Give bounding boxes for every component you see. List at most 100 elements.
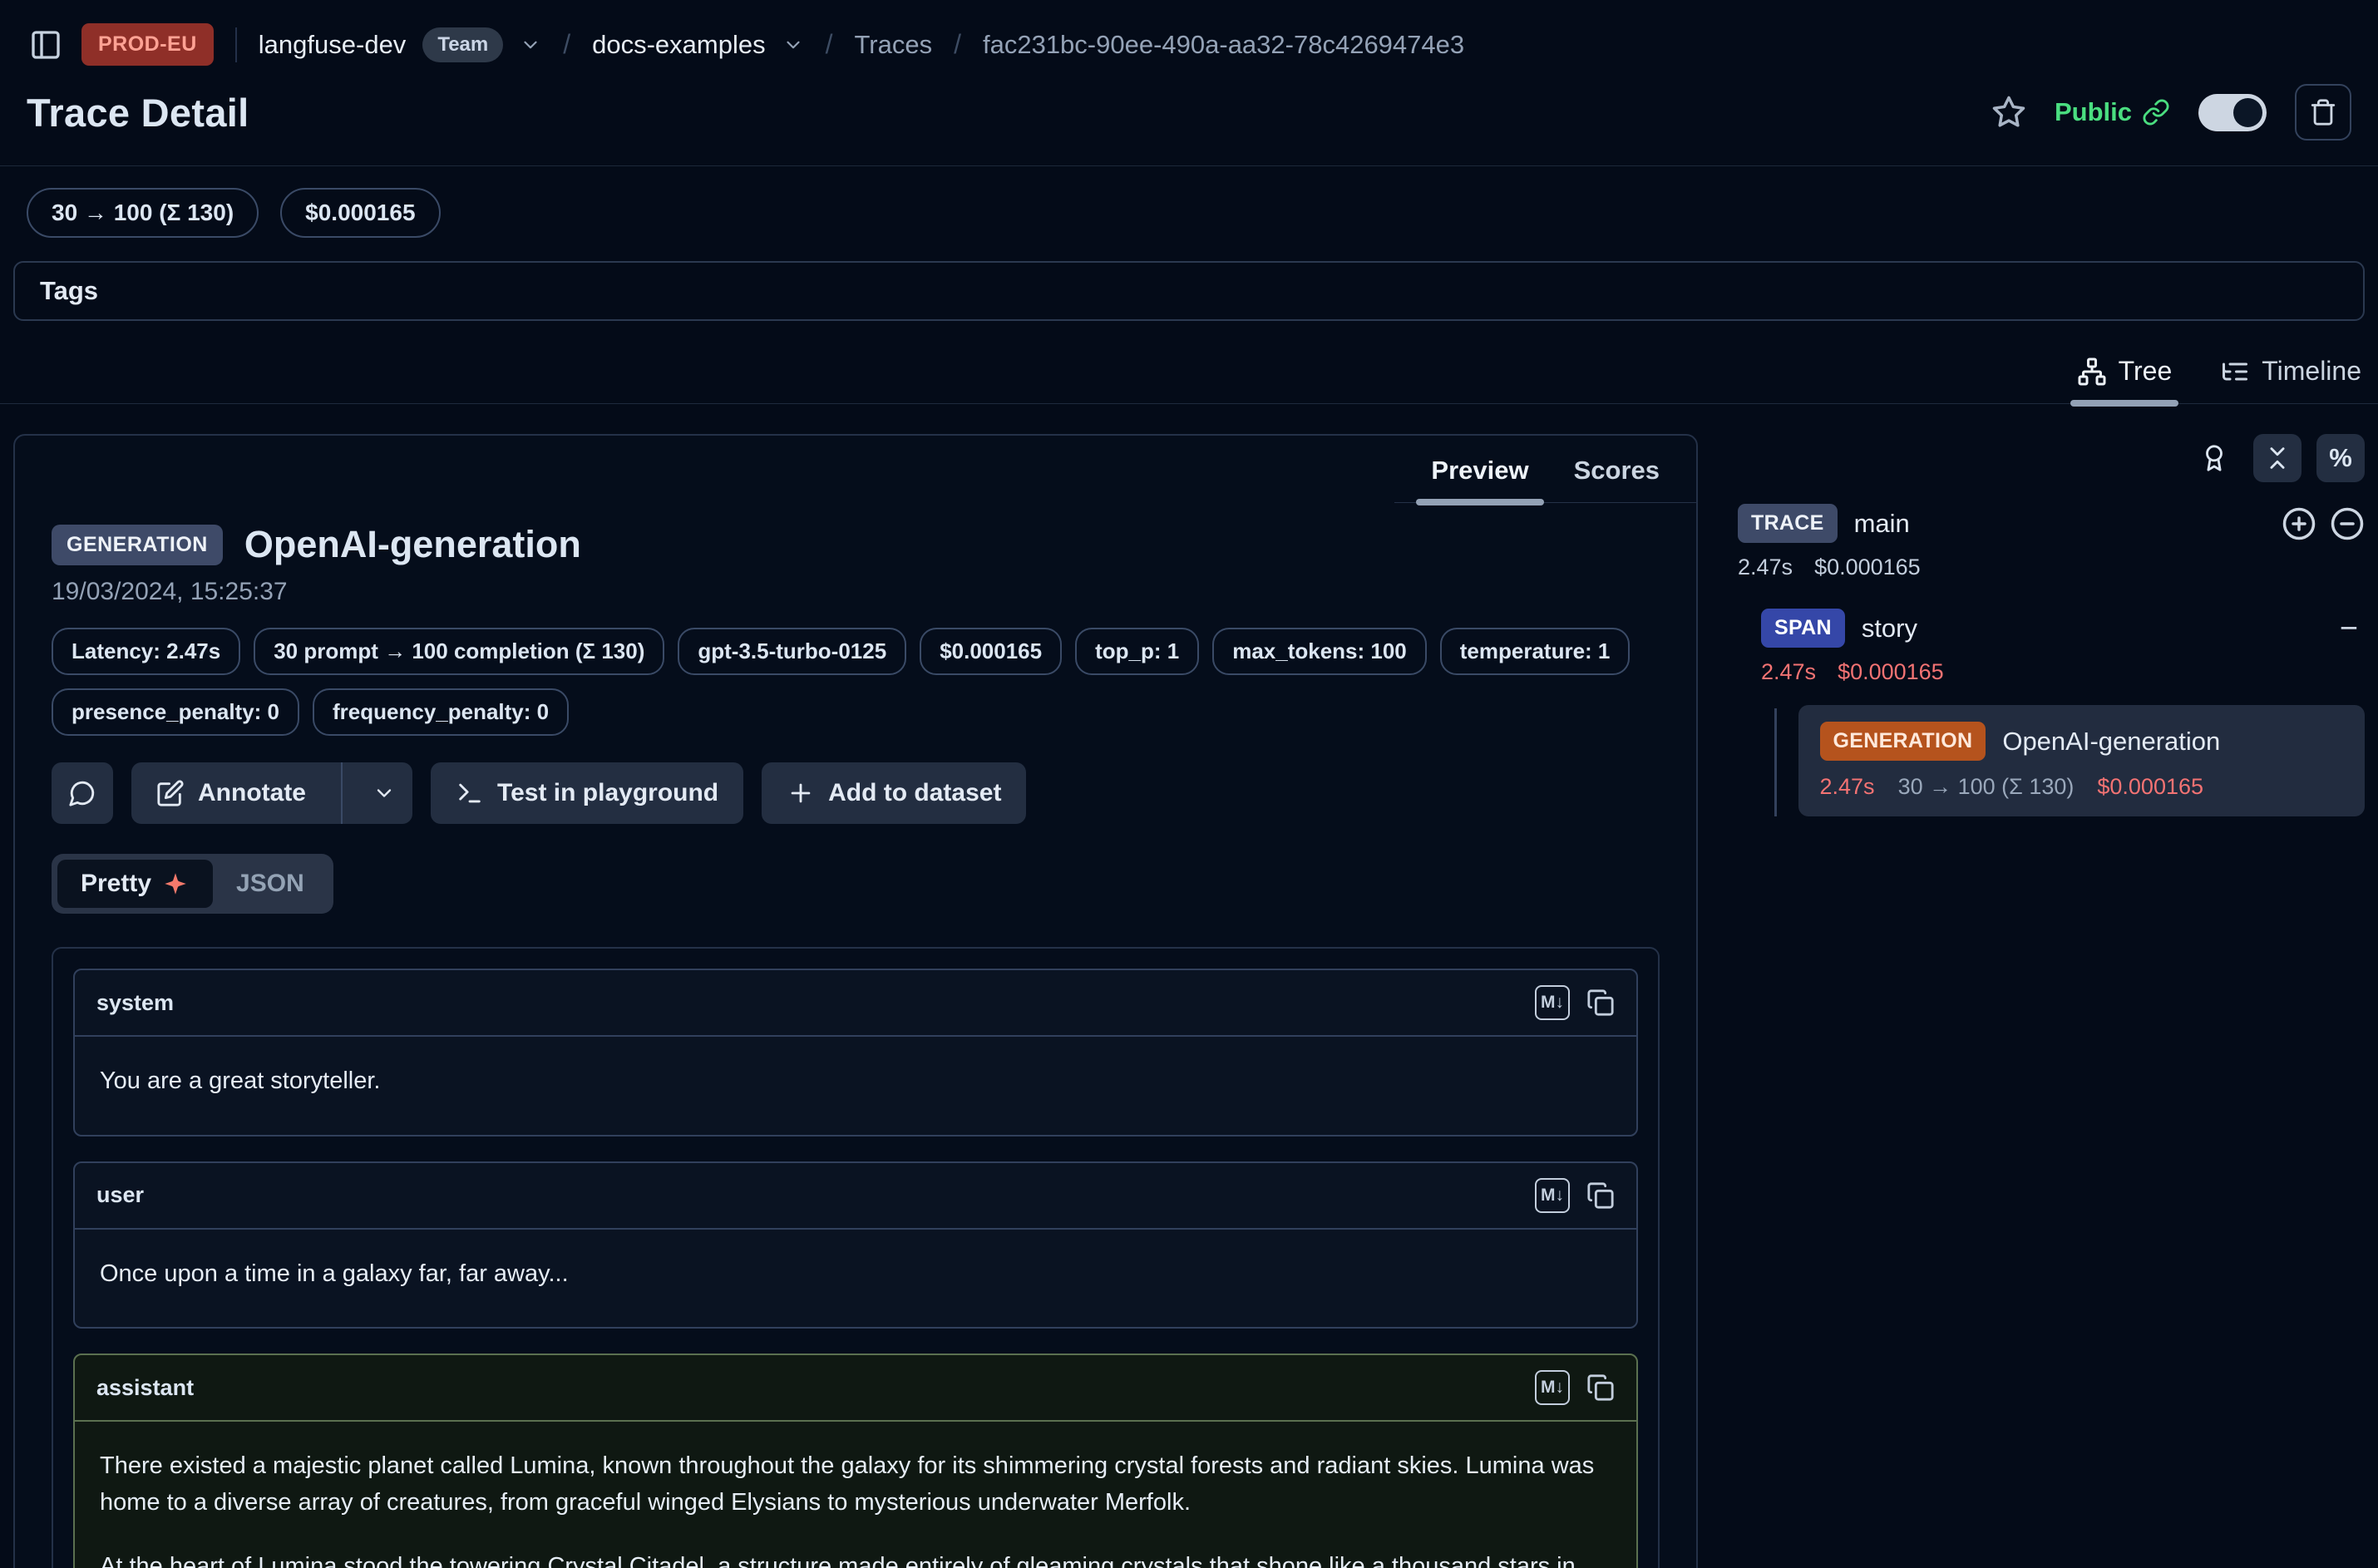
tags-label: Tags xyxy=(40,276,98,305)
collapse-all-button[interactable] xyxy=(2253,434,2302,482)
breadcrumb: PROD-EU langfuse-dev Team / docs-example… xyxy=(0,0,2378,81)
generation-tokens: 30 → 100 (Σ 130) xyxy=(1898,774,2075,800)
public-label: Public xyxy=(2055,97,2132,127)
delete-trace-button[interactable] xyxy=(2295,84,2351,141)
tree-row-span[interactable]: SPAN story − xyxy=(1761,609,2365,648)
breadcrumb-trace-id: fac231bc-90ee-490a-aa32-78c4269474e3 xyxy=(983,30,1464,60)
star-icon xyxy=(1991,95,2026,130)
presence-penalty-chip[interactable]: presence_penalty: 0 xyxy=(52,688,299,736)
breadcrumb-project[interactable]: docs-examples xyxy=(592,30,765,60)
markdown-icon[interactable]: M↓ xyxy=(1535,985,1570,1020)
tab-scores[interactable]: Scores xyxy=(1554,447,1680,502)
format-json-segment[interactable]: JSON xyxy=(213,860,328,908)
tags-section[interactable]: Tags xyxy=(13,261,2365,321)
span-name: story xyxy=(1862,614,1917,643)
plus-icon xyxy=(787,779,815,807)
chevron-down-icon xyxy=(372,782,396,805)
message-role: user xyxy=(96,1182,144,1208)
tab-preview[interactable]: Preview xyxy=(1411,447,1548,502)
max-tokens-chip[interactable]: max_tokens: 100 xyxy=(1212,628,1427,675)
temperature-chip[interactable]: temperature: 1 xyxy=(1440,628,1631,675)
trace-cost: $0.000165 xyxy=(1814,555,1921,580)
sparkles-icon xyxy=(161,870,190,898)
system-message: system M↓ You are a great storyteller. xyxy=(73,969,1638,1137)
copy-button[interactable] xyxy=(1586,1181,1615,1210)
trace-latency: 2.47s xyxy=(1738,555,1793,580)
observation-timestamp: 19/03/2024, 15:25:37 xyxy=(52,578,1660,606)
org-plan-badge: Team xyxy=(422,27,503,62)
breadcrumb-separator: / xyxy=(949,29,966,60)
chevron-down-icon[interactable] xyxy=(520,34,541,56)
breadcrumb-separator: / xyxy=(821,29,838,60)
top-p-chip[interactable]: top_p: 1 xyxy=(1075,628,1199,675)
trace-metrics: 2.47s $0.000165 xyxy=(1738,555,2365,580)
format-toggle: Pretty JSON xyxy=(52,854,333,914)
markdown-icon[interactable]: M↓ xyxy=(1535,1370,1570,1405)
annotate-dropdown-button[interactable] xyxy=(356,782,412,805)
span-badge: SPAN xyxy=(1761,609,1845,648)
scores-award-button[interactable] xyxy=(2190,434,2238,482)
expand-all-icon[interactable] xyxy=(2282,506,2316,541)
generation-cost: $0.000165 xyxy=(2097,774,2203,800)
copy-icon xyxy=(1586,1181,1615,1210)
assistant-message: assistant M↓ There existed a majestic pl… xyxy=(73,1354,1638,1568)
timeline-icon xyxy=(2220,357,2250,387)
add-to-dataset-button[interactable]: Add to dataset xyxy=(762,762,1026,824)
metrics-toggle-button[interactable]: % xyxy=(2316,434,2365,482)
format-pretty-segment[interactable]: Pretty xyxy=(57,860,213,908)
test-in-playground-button[interactable]: Test in playground xyxy=(431,762,743,824)
breadcrumb-traces[interactable]: Traces xyxy=(855,30,933,60)
user-message: user M↓ Once upon a time in a galaxy far… xyxy=(73,1161,1638,1329)
json-label: JSON xyxy=(236,870,304,898)
token-usage-badge[interactable]: 30 → 100 (Σ 130) xyxy=(27,188,259,238)
span-cost: $0.000165 xyxy=(1838,659,1944,685)
frequency-penalty-chip[interactable]: frequency_penalty: 0 xyxy=(313,688,569,736)
terminal-icon xyxy=(456,779,484,807)
bookmark-star-button[interactable] xyxy=(1991,95,2026,130)
generation-name: OpenAI-generation xyxy=(2002,727,2220,757)
observation-type-badge: GENERATION xyxy=(52,525,223,565)
panel-left-icon xyxy=(29,28,62,62)
span-latency: 2.47s xyxy=(1761,659,1816,685)
copy-button[interactable] xyxy=(1586,989,1615,1017)
model-chip[interactable]: gpt-3.5-turbo-0125 xyxy=(678,628,906,675)
environment-badge: PROD-EU xyxy=(81,23,214,66)
preview-tabs: Preview Scores xyxy=(1394,447,1696,503)
trace-tree-panel: % TRACE main 2.47s $0.000165 SPAN story … xyxy=(1738,434,2365,816)
tree-row-generation-selected[interactable]: GENERATION OpenAI-generation 2.47s 30 → … xyxy=(1798,705,2366,816)
tree-row-trace[interactable]: TRACE main xyxy=(1738,504,2365,543)
award-icon xyxy=(2200,444,2228,472)
annotate-button[interactable]: Annotate xyxy=(131,762,412,824)
sidebar-toggle-button[interactable] xyxy=(27,26,65,64)
collapse-node-icon[interactable] xyxy=(2330,506,2365,541)
tab-timeline[interactable]: Timeline xyxy=(2220,356,2361,403)
comment-button[interactable] xyxy=(52,762,113,824)
page-header: Trace Detail Public xyxy=(0,81,2378,166)
page-title: Trace Detail xyxy=(27,90,249,136)
messages-container: system M↓ You are a great storyteller. u… xyxy=(52,947,1660,1568)
public-link[interactable]: Public xyxy=(2055,97,2170,127)
toggle-knob xyxy=(2233,98,2262,127)
breadcrumb-org[interactable]: langfuse-dev xyxy=(259,30,407,60)
collapse-span-icon[interactable]: − xyxy=(2340,613,2358,644)
message-role: assistant xyxy=(96,1375,194,1401)
divider xyxy=(341,762,343,824)
copy-button[interactable] xyxy=(1586,1373,1615,1402)
message-role: system xyxy=(96,990,174,1016)
message-content: At the heart of Lumina stood the towerin… xyxy=(100,1549,1611,1568)
markdown-icon[interactable]: M↓ xyxy=(1535,1178,1570,1213)
latency-chip[interactable]: Latency: 2.47s xyxy=(52,628,240,675)
copy-icon xyxy=(1586,989,1615,1017)
chevron-down-icon[interactable] xyxy=(782,34,804,56)
message-content: There existed a majestic planet called L… xyxy=(100,1448,1611,1521)
copy-icon xyxy=(1586,1373,1615,1402)
public-toggle[interactable] xyxy=(2198,94,2267,131)
cost-chip[interactable]: $0.000165 xyxy=(920,628,1062,675)
span-metrics: 2.47s $0.000165 xyxy=(1761,659,2365,685)
generation-metrics: 2.47s 30 → 100 (Σ 130) $0.000165 xyxy=(1820,774,2344,800)
token-chip[interactable]: 30 prompt → 100 completion (Σ 130) xyxy=(254,628,664,675)
tab-tree[interactable]: Tree xyxy=(2077,356,2173,403)
cost-badge[interactable]: $0.000165 xyxy=(280,188,440,238)
annotate-label: Annotate xyxy=(198,779,306,807)
tree-icon xyxy=(2077,357,2107,387)
